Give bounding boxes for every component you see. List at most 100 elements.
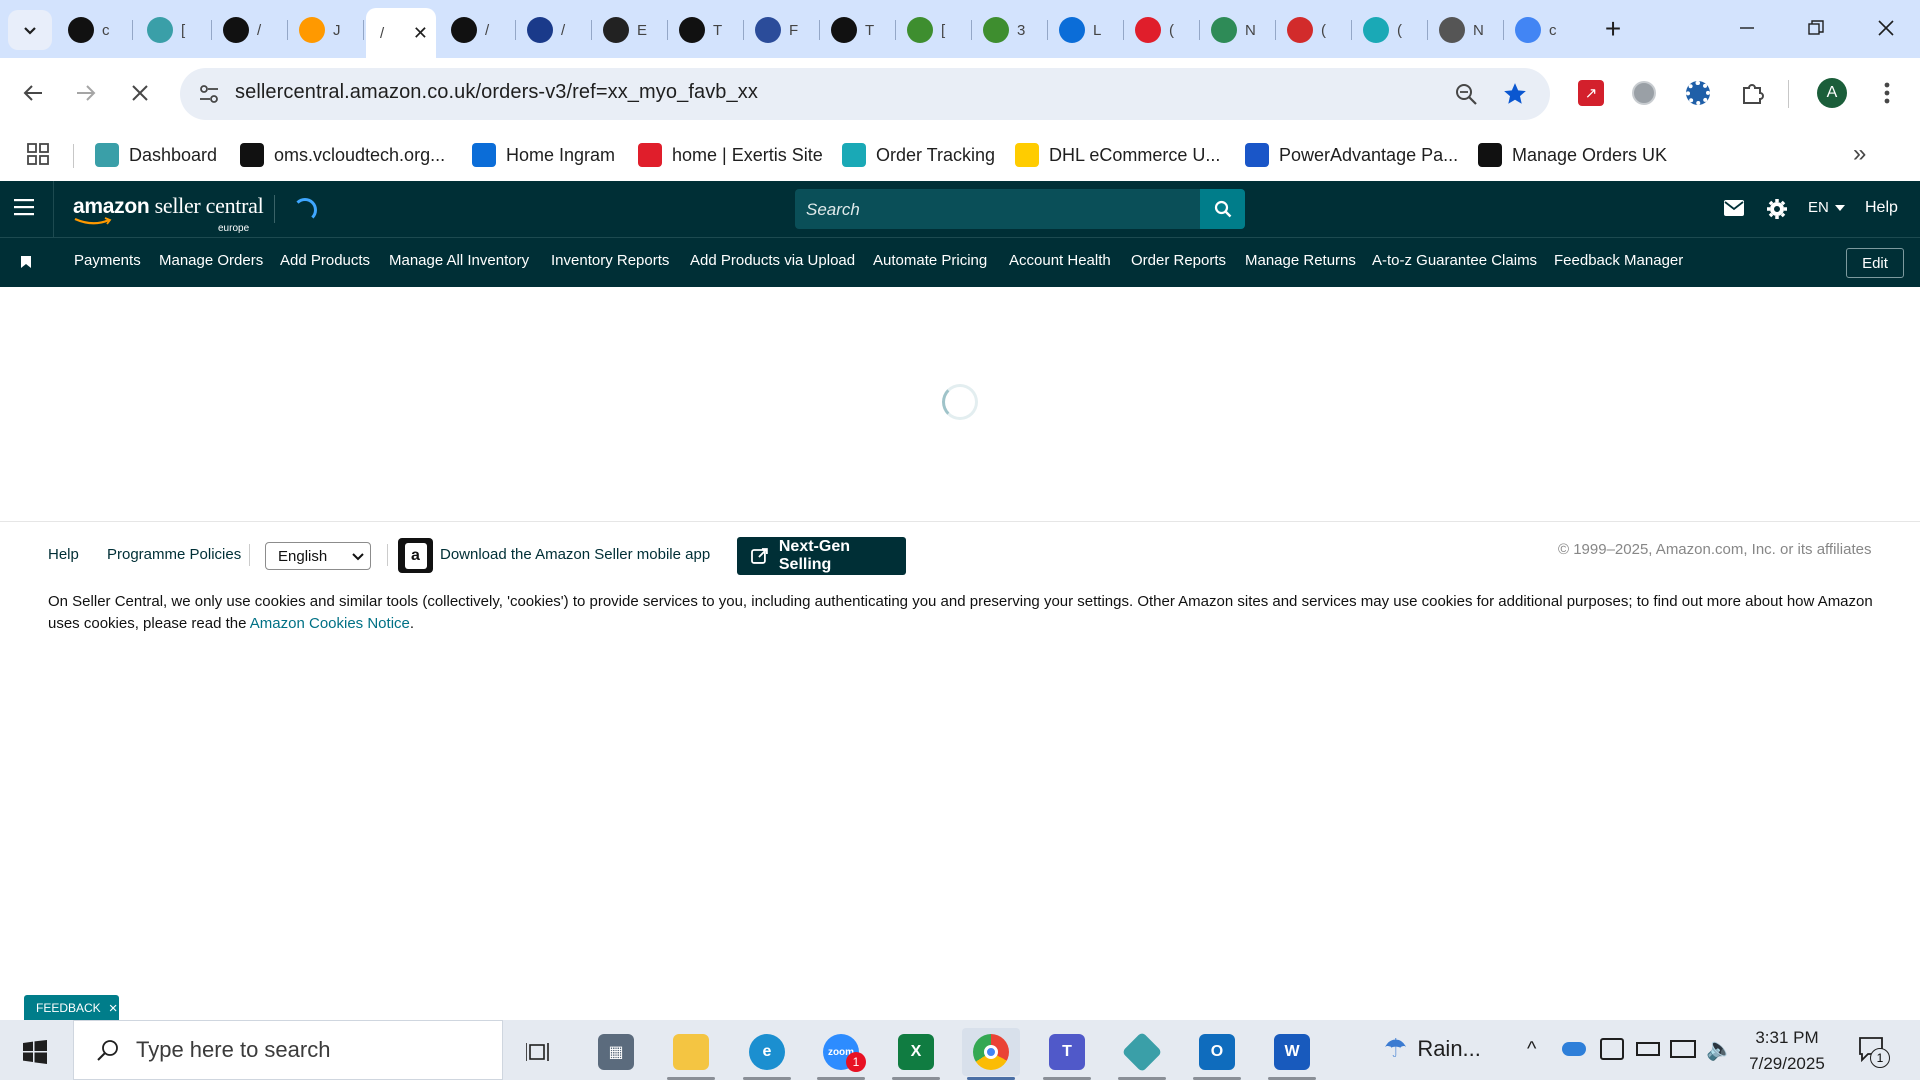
apps-grid-icon[interactable] [27,143,49,170]
zoom-app[interactable]: zoom 1 [812,1028,870,1080]
bookmark-item[interactable]: home | Exertis Site [638,138,823,172]
settings-gear-icon[interactable] [1766,198,1788,225]
search-button[interactable] [1200,189,1245,229]
bookmark-item[interactable]: Order Tracking [842,138,995,172]
system-clock[interactable]: 3:31 PM 7/29/2025 [1742,1025,1832,1077]
hamburger-menu-icon[interactable] [14,198,36,221]
tray-overflow-chevron-icon[interactable]: ^ [1527,1038,1536,1061]
help-link[interactable]: Help [1865,199,1898,217]
nav-link-a-to-z-guarantee-claims[interactable]: A-to-z Guarantee Claims [1372,252,1537,269]
notifications-icon[interactable]: 1 [1858,1036,1890,1068]
forward-button[interactable] [66,73,106,113]
start-button[interactable] [12,1032,58,1072]
bookmark-item[interactable]: DHL eCommerce U... [1015,138,1220,172]
browser-tab[interactable]: c [58,12,128,48]
stop-loading-button[interactable] [120,73,160,113]
network-icon[interactable] [1670,1040,1696,1058]
browser-tab[interactable]: N [1429,12,1499,48]
teams-app[interactable]: T [1038,1028,1096,1080]
close-window-button[interactable] [1863,8,1909,48]
edit-nav-button[interactable]: Edit [1846,248,1904,278]
url-text[interactable]: sellercentral.amazon.co.uk/orders-v3/ref… [235,81,758,104]
download-app-link[interactable]: Download the Amazon Seller mobile app [440,546,710,563]
browser-tab[interactable]: c [1505,12,1575,48]
bookmark-star-icon[interactable] [1502,81,1528,107]
security-tray-icon[interactable] [1600,1038,1624,1060]
volume-icon[interactable]: 🔈 [1706,1036,1733,1062]
browser-tab[interactable]: / [213,12,283,48]
nav-link-account-health[interactable]: Account Health [1009,252,1111,269]
browser-tab[interactable]: / [441,12,511,48]
bookmark-item[interactable]: PowerAdvantage Pa... [1245,138,1458,172]
taskbar-search-box[interactable]: Type here to search [73,1020,503,1080]
bookmark-icon[interactable] [21,255,31,273]
feedback-close-icon[interactable]: × [109,1000,118,1017]
task-view-button[interactable] [511,1028,569,1076]
edge-app[interactable]: e [738,1028,796,1080]
back-button[interactable] [13,73,53,113]
zoom-icon[interactable] [1454,82,1478,106]
tab-active[interactable]: / ✕ [366,8,436,58]
acrobat-extension-icon[interactable]: ↗ [1572,74,1610,112]
browser-tab[interactable]: J [289,12,359,48]
site-info-icon[interactable] [198,83,220,105]
new-tab-button[interactable]: + [1598,13,1628,44]
nav-link-payments[interactable]: Payments [74,252,141,269]
nav-link-inventory-reports[interactable]: Inventory Reports [551,252,669,269]
gear-extension-icon[interactable] [1679,74,1717,112]
language-select[interactable]: English [265,542,371,570]
nav-link-manage-orders[interactable]: Manage Orders [159,252,263,269]
calculator-app[interactable]: ▦ [587,1028,645,1076]
browser-tab[interactable]: N [1201,12,1271,48]
browser-tab[interactable]: 3 [973,12,1043,48]
language-dropdown[interactable]: EN [1808,199,1845,216]
nav-link-manage-returns[interactable]: Manage Returns [1245,252,1356,269]
restore-button[interactable] [1793,8,1839,48]
battery-icon[interactable] [1636,1042,1660,1056]
nav-link-automate-pricing[interactable]: Automate Pricing [873,252,987,269]
browser-tab[interactable]: ( [1125,12,1195,48]
browser-tab[interactable]: T [669,12,739,48]
bookmark-item[interactable]: oms.vcloudtech.org... [240,138,445,172]
nav-link-add-products[interactable]: Add Products [280,252,370,269]
amazon-seller-app-icon[interactable]: a [398,538,433,573]
hex-app[interactable] [1113,1028,1171,1080]
programme-policies-link[interactable]: Programme Policies [107,546,241,563]
cookies-notice-link[interactable]: Amazon Cookies Notice [250,615,410,632]
browser-tab[interactable]: T [821,12,891,48]
browser-tab[interactable]: E [593,12,663,48]
feedback-tab[interactable]: FEEDBACK × [24,995,119,1021]
more-bookmarks-icon[interactable]: » [1853,140,1866,168]
tab-search-button[interactable] [8,10,52,50]
bookmark-item[interactable]: Manage Orders UK [1478,138,1667,172]
browser-tab[interactable]: ( [1353,12,1423,48]
weather-widget[interactable]: ☂ Rain... [1384,1033,1481,1064]
mail-icon[interactable] [1724,200,1744,221]
minimize-button[interactable] [1724,8,1770,48]
chrome-menu-icon[interactable] [1868,74,1906,112]
search-input[interactable]: Search [795,189,1200,229]
browser-tab[interactable]: / [517,12,587,48]
browser-tab[interactable]: [ [897,12,967,48]
outlook-app[interactable]: O [1188,1028,1246,1080]
chrome-app[interactable] [962,1028,1020,1080]
next-gen-selling-button[interactable]: Next-Gen Selling [737,537,906,575]
nav-link-manage-all-inventory[interactable]: Manage All Inventory [389,252,529,269]
nav-link-order-reports[interactable]: Order Reports [1131,252,1226,269]
onedrive-icon[interactable] [1562,1042,1586,1056]
puzzle-extensions-icon[interactable] [1734,74,1772,112]
word-app[interactable]: W [1263,1028,1321,1080]
browser-tab[interactable]: [ [137,12,207,48]
tab-close-icon[interactable]: ✕ [413,23,428,44]
browser-tab[interactable]: ( [1277,12,1347,48]
browser-tab[interactable]: L [1049,12,1119,48]
excel-app[interactable]: X [887,1028,945,1080]
browser-tab[interactable]: F [745,12,815,48]
nav-link-add-products-via-upload[interactable]: Add Products via Upload [690,252,855,269]
nav-link-feedback-manager[interactable]: Feedback Manager [1554,252,1683,269]
profile-avatar[interactable]: A [1813,74,1851,112]
bookmark-item[interactable]: Dashboard [95,138,217,172]
globe-extension-icon[interactable] [1625,74,1663,112]
address-bar[interactable]: sellercentral.amazon.co.uk/orders-v3/ref… [180,68,1550,120]
bookmark-item[interactable]: Home Ingram [472,138,615,172]
